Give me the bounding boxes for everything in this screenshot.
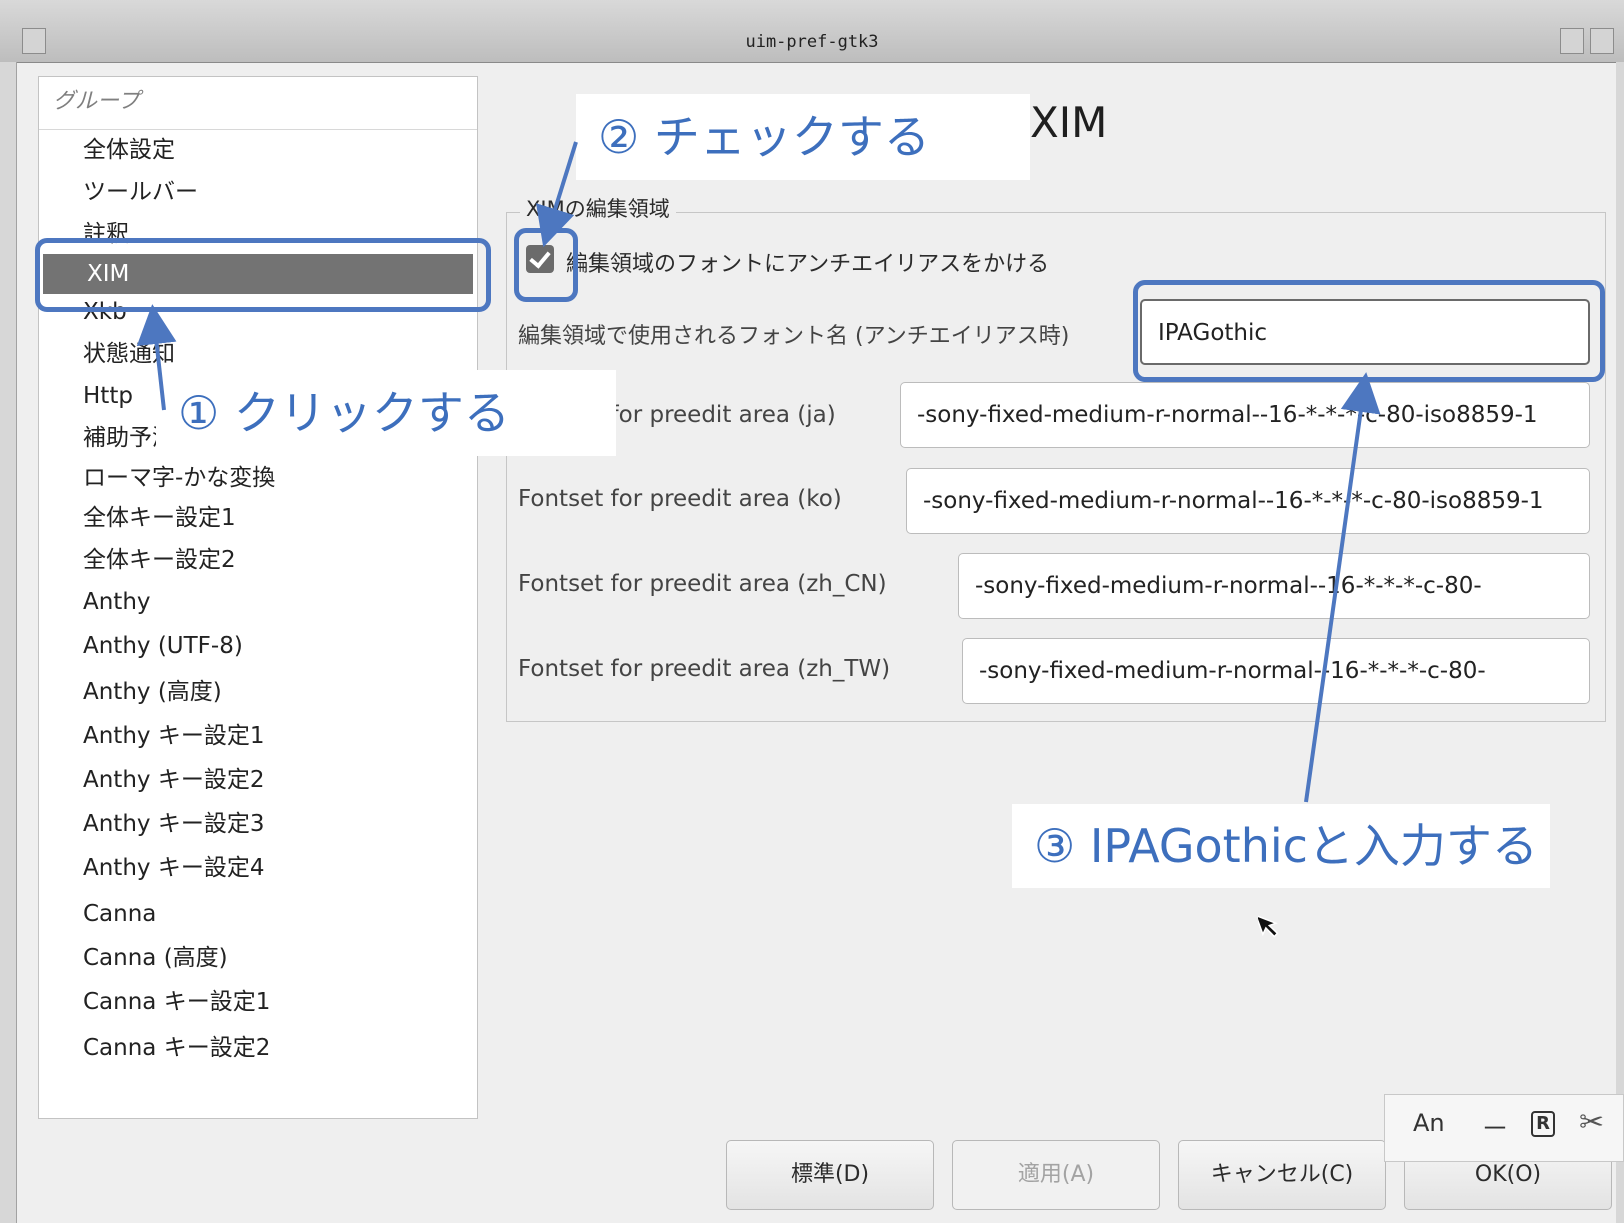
- annotation-step2: ② チェックする: [576, 94, 1030, 180]
- fontset-ja-input[interactable]: -sony-fixed-medium-r-normal--16-*-*-*-c-…: [900, 382, 1590, 448]
- window-frame-left: [0, 62, 17, 1223]
- tool-icon[interactable]: ✂: [1579, 1105, 1604, 1140]
- fontset-zh-tw-input[interactable]: -sony-fixed-medium-r-normal--16-*-*-*-c-…: [962, 638, 1590, 704]
- minus-icon[interactable]: －: [1481, 1107, 1509, 1147]
- antialias-checkbox-label: 編集領域のフォントにアンチエイリアスをかける: [566, 252, 1050, 277]
- group-item[interactable]: ツールバー: [39, 172, 477, 212]
- maximize-button[interactable]: [1590, 28, 1614, 54]
- group-item[interactable]: 状態通知: [39, 334, 477, 374]
- page-title: XIM: [1030, 98, 1108, 147]
- group-list-panel: グループ 全体設定 ツールバー 註釈 XIM Xkb 状態通知 Http 補助予測入力 ローマ字…: [38, 76, 478, 1119]
- group-item[interactable]: 全体キー設定2: [39, 540, 477, 580]
- highlight-font-input: [1133, 280, 1605, 382]
- fontset-ko-label: Fontset for preedit area (ko): [518, 486, 842, 512]
- group-item[interactable]: Anthy キー設定2: [39, 760, 477, 800]
- fontset-zh-cn-label: Fontset for preedit area (zh_CN): [518, 571, 887, 597]
- apply-button[interactable]: 適用(A): [952, 1140, 1160, 1210]
- highlight-xim-item: [35, 238, 491, 312]
- group-item[interactable]: 全体設定: [39, 130, 477, 170]
- group-item[interactable]: Canna キー設定1: [39, 982, 477, 1022]
- window-title: uim-pref-gtk3: [745, 32, 879, 52]
- group-item[interactable]: Anthy: [39, 582, 477, 622]
- fontset-zh-tw-label: Fontset for preedit area (zh_TW): [518, 656, 891, 682]
- group-item[interactable]: Anthy (高度): [39, 672, 477, 712]
- r-icon[interactable]: R: [1531, 1111, 1555, 1137]
- group-item[interactable]: Anthy キー設定1: [39, 716, 477, 756]
- mouse-cursor-icon: [1258, 914, 1279, 938]
- group-item[interactable]: Anthy (UTF-8): [39, 626, 477, 666]
- group-list-header: グループ: [39, 77, 477, 130]
- group-item[interactable]: ローマ字-かな変換: [39, 458, 477, 498]
- fontset-ko-input[interactable]: -sony-fixed-medium-r-normal--16-*-*-*-c-…: [906, 468, 1590, 534]
- group-item[interactable]: Anthy キー設定3: [39, 804, 477, 844]
- im-toolbar: An － R ✂: [1384, 1094, 1624, 1162]
- group-item[interactable]: Canna: [39, 894, 477, 934]
- font-name-label: 編集領域で使用されるフォント名 (アンチエイリアス時): [518, 324, 1070, 349]
- group-item[interactable]: Anthy キー設定4: [39, 848, 477, 888]
- input-mode-indicator[interactable]: An: [1413, 1109, 1445, 1137]
- title-bar: uim-pref-gtk3: [0, 0, 1624, 63]
- app-window: uim-pref-gtk3 グループ 全体設定 ツールバー 註釈 XIM Xkb 状態通知…: [0, 0, 1624, 1223]
- fontset-zh-cn-input[interactable]: -sony-fixed-medium-r-normal--16-*-*-*-c-…: [958, 553, 1590, 619]
- group-item[interactable]: Canna キー設定2: [39, 1028, 477, 1068]
- window-frame-right: [1616, 62, 1624, 1223]
- frame-label: XIMの編集領域: [520, 193, 676, 223]
- group-item[interactable]: Canna (高度): [39, 938, 477, 978]
- minimize-button[interactable]: [1560, 28, 1584, 54]
- cancel-button[interactable]: キャンセル(C): [1178, 1140, 1386, 1210]
- annotation-step3: ③ IPAGothicと入力する: [1012, 804, 1550, 888]
- highlight-checkbox: [514, 228, 578, 302]
- default-button[interactable]: 標準(D): [726, 1140, 934, 1210]
- group-item[interactable]: 全体キー設定1: [39, 498, 477, 538]
- annotation-step1: ① クリックする: [156, 370, 616, 456]
